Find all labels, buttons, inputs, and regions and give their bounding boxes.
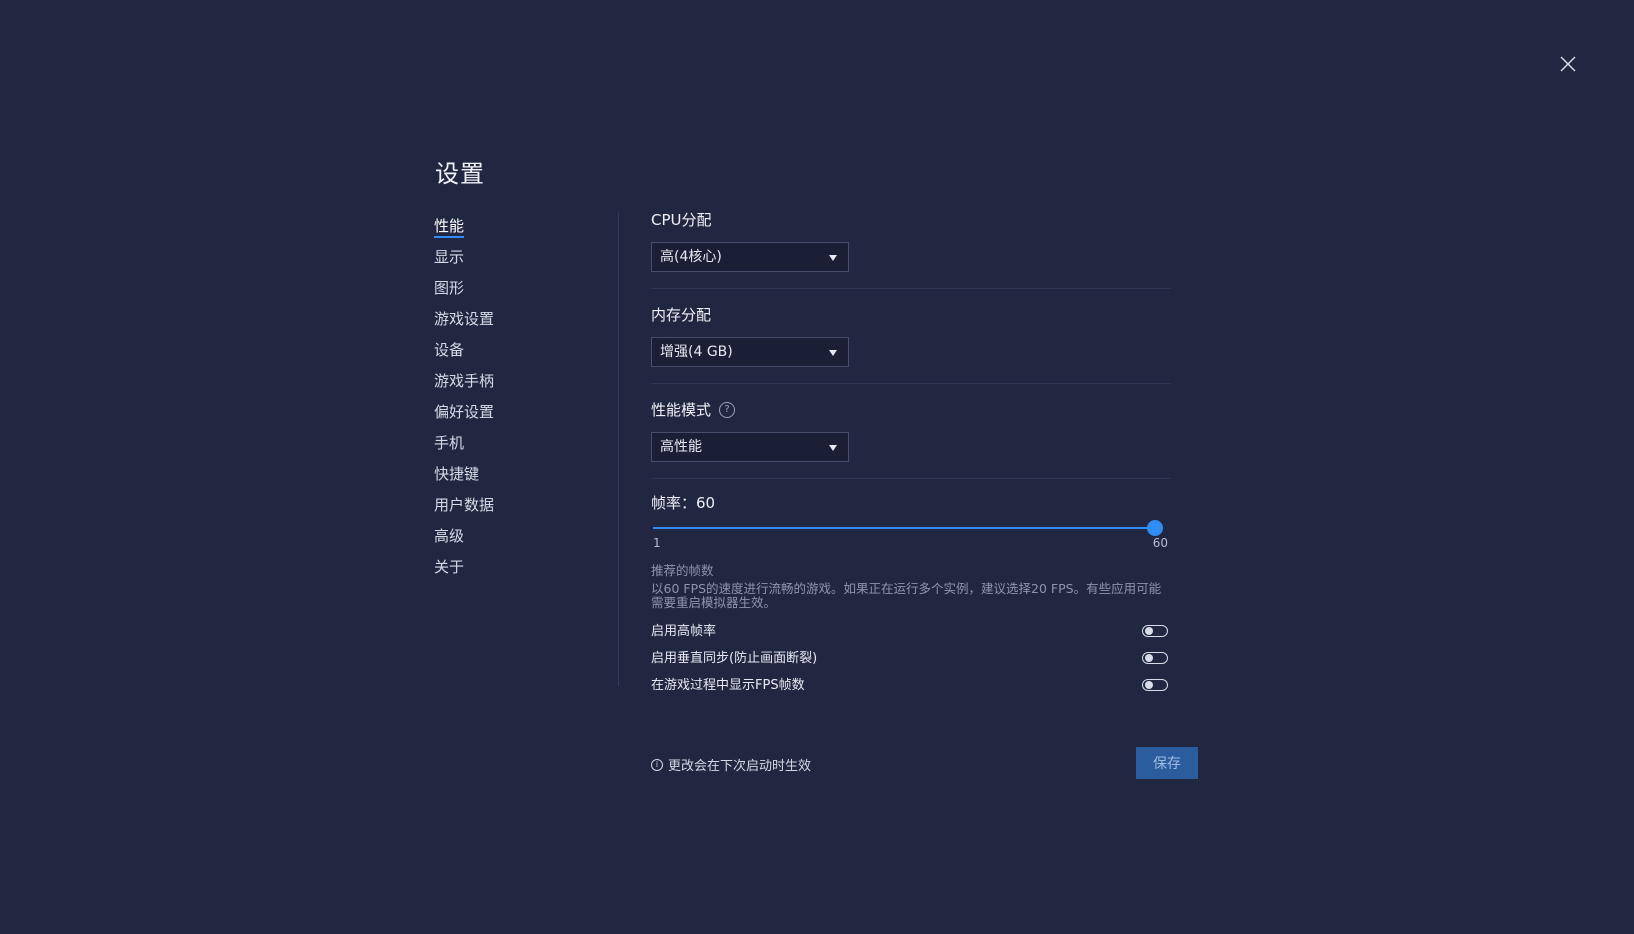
slider-thumb[interactable] bbox=[1147, 520, 1163, 536]
sidebar-item-preferences[interactable]: 偏好设置 bbox=[434, 400, 594, 431]
close-icon bbox=[1560, 56, 1576, 72]
sidebar-item-graphics[interactable]: 图形 bbox=[434, 276, 594, 307]
sidebar-item-label: 显示 bbox=[434, 248, 465, 266]
restart-note: i 更改会在下次启动时生效 bbox=[651, 755, 811, 774]
sidebar-divider bbox=[618, 212, 619, 686]
sidebar-item-advanced[interactable]: 高级 bbox=[434, 524, 594, 555]
sidebar-item-device[interactable]: 设备 bbox=[434, 338, 594, 369]
toggle-knob bbox=[1145, 627, 1153, 635]
slider-range-labels: 1 60 bbox=[651, 536, 1171, 552]
sidebar-item-display[interactable]: 显示 bbox=[434, 245, 594, 276]
toggle-label: 在游戏过程中显示FPS帧数 bbox=[651, 678, 805, 693]
mode-label-row: 性能模式 ? bbox=[651, 398, 1171, 422]
sidebar-item-label: 性能 bbox=[434, 217, 465, 238]
toggle-label: 启用垂直同步(防止画面断裂) bbox=[651, 651, 818, 666]
restart-note-text: 更改会在下次启动时生效 bbox=[668, 759, 812, 774]
slider-max-label: 60 bbox=[1152, 536, 1168, 550]
toggle-label: 启用高帧率 bbox=[651, 624, 717, 639]
sidebar-item-label: 高级 bbox=[434, 527, 465, 545]
sidebar-item-label: 设备 bbox=[434, 341, 465, 359]
mode-section: 性能模式 ? 高性能 bbox=[651, 384, 1171, 478]
toggle-knob bbox=[1145, 654, 1153, 662]
toggle-row-vsync: 启用垂直同步(防止画面断裂) bbox=[651, 645, 1171, 672]
sidebar-item-phone[interactable]: 手机 bbox=[434, 431, 594, 462]
sidebar-item-label: 关于 bbox=[434, 558, 465, 576]
question-circle-icon[interactable]: ? bbox=[719, 402, 736, 418]
sidebar-item-label: 游戏手柄 bbox=[434, 372, 495, 390]
sidebar-item-label: 偏好设置 bbox=[434, 403, 495, 421]
fps-hint-body: 以60 FPS的速度进行流畅的游戏。如果正在运行多个实例，建议选择20 FPS。… bbox=[651, 581, 1162, 610]
sidebar-item-label: 图形 bbox=[434, 279, 465, 297]
memory-section: 内存分配 增强(4 GB) bbox=[651, 289, 1171, 383]
page-title: 设置 bbox=[435, 160, 485, 188]
slider-fill bbox=[653, 527, 1155, 529]
chevron-down-icon bbox=[829, 350, 837, 356]
sidebar-item-shortcuts[interactable]: 快捷键 bbox=[434, 462, 594, 493]
chevron-down-icon bbox=[829, 445, 837, 451]
info-circle-icon: i bbox=[651, 758, 663, 771]
fps-label: 帧率：60 bbox=[651, 494, 716, 512]
memory-label: 内存分配 bbox=[651, 306, 712, 324]
sidebar-item-label: 快捷键 bbox=[434, 465, 480, 483]
high-fps-toggle[interactable] bbox=[1142, 625, 1168, 637]
cpu-select-value: 高(4核心) bbox=[660, 249, 722, 265]
memory-select[interactable]: 增强(4 GB) bbox=[651, 337, 849, 367]
fps-hint-title: 推荐的帧数 bbox=[651, 563, 714, 578]
cpu-section: CPU分配 高(4核心) bbox=[651, 208, 1171, 288]
sidebar-item-user-data[interactable]: 用户数据 bbox=[434, 493, 594, 524]
cpu-select[interactable]: 高(4核心) bbox=[651, 242, 849, 272]
toggle-row-high-fps: 启用高帧率 bbox=[651, 618, 1171, 645]
close-button[interactable] bbox=[1556, 52, 1580, 76]
cpu-label: CPU分配 bbox=[651, 211, 712, 229]
mode-select-value: 高性能 bbox=[660, 439, 702, 455]
mode-select[interactable]: 高性能 bbox=[651, 432, 849, 462]
slider-min-label: 1 bbox=[653, 536, 661, 550]
settings-dialog: 设置 性能 显示 图形 游戏设置 设备 游戏手柄 偏好设置 手机 快捷键 用户数… bbox=[0, 0, 1634, 934]
sidebar-item-about[interactable]: 关于 bbox=[434, 555, 594, 586]
toggle-knob bbox=[1145, 681, 1153, 689]
sidebar-item-game-settings[interactable]: 游戏设置 bbox=[434, 307, 594, 338]
sidebar-item-label: 用户数据 bbox=[434, 496, 495, 514]
vsync-toggle[interactable] bbox=[1142, 652, 1168, 664]
sidebar-item-label: 游戏设置 bbox=[434, 310, 495, 328]
save-button[interactable]: 保存 bbox=[1136, 747, 1198, 779]
mode-label: 性能模式 bbox=[651, 401, 712, 419]
chevron-down-icon bbox=[829, 255, 837, 261]
show-fps-toggle[interactable] bbox=[1142, 679, 1168, 691]
performance-panel: CPU分配 高(4核心) 内存分配 增强(4 GB) 性能模式 ? 高性能 帧率… bbox=[651, 208, 1171, 699]
sidebar: 性能 显示 图形 游戏设置 设备 游戏手柄 偏好设置 手机 快捷键 用户数据 高… bbox=[434, 214, 594, 586]
fps-slider[interactable] bbox=[651, 520, 1163, 536]
memory-select-value: 增强(4 GB) bbox=[660, 344, 733, 360]
toggle-row-show-fps: 在游戏过程中显示FPS帧数 bbox=[651, 672, 1171, 699]
sidebar-item-performance[interactable]: 性能 bbox=[434, 214, 594, 245]
fps-section: 帧率：60 1 60 推荐的帧数 以60 FPS的速度进行流畅的游戏。如果正在运… bbox=[651, 479, 1171, 699]
sidebar-item-gamepad[interactable]: 游戏手柄 bbox=[434, 369, 594, 400]
sidebar-item-label: 手机 bbox=[434, 434, 465, 452]
